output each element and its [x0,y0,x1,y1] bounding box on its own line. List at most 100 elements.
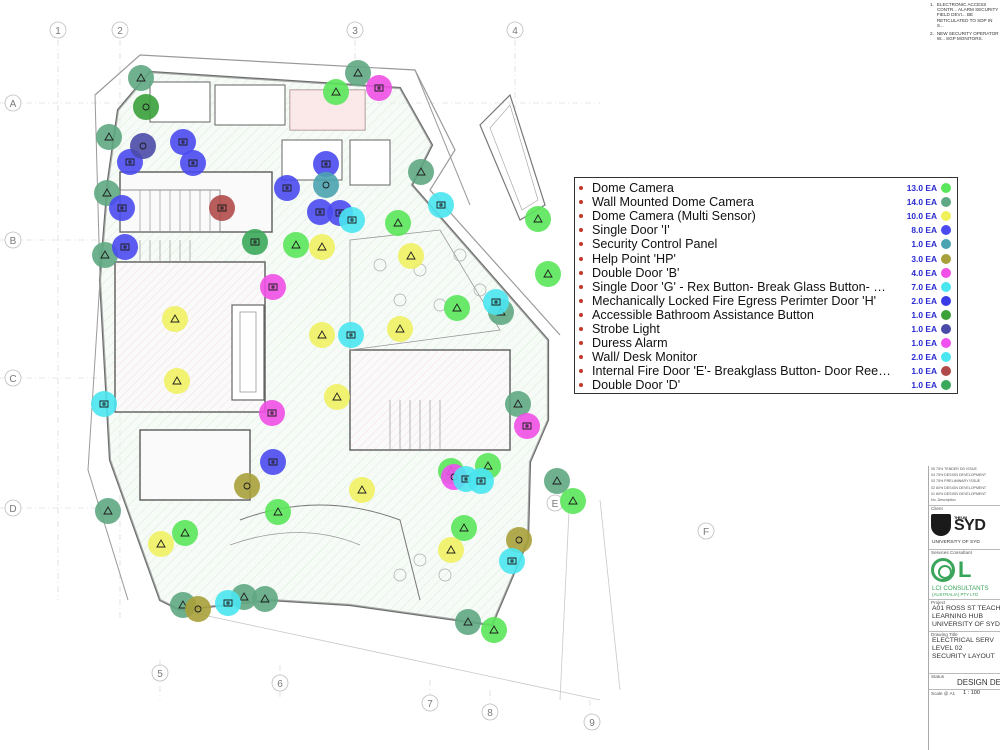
dome-camera-dot [444,295,470,321]
project-line: UNIVERSITY OF SYD [932,621,1000,629]
university-crest-icon [931,514,951,537]
legend-count: 1.0 EA [911,309,937,320]
grid-row-c: C [9,374,16,385]
bathroom-assist-button-marker [133,94,159,120]
grid-col-2: 2 [117,26,123,37]
dome-camera-marker [444,295,470,321]
grid-row-b: B [10,236,17,247]
legend-count: 7.0 EA [911,281,937,292]
dome-camera-marker [283,232,309,258]
legend-label: Single Door 'G' - Rex Button- Break Glas… [592,279,891,294]
drawing-title-line: ELECTRICAL SERV [932,637,994,645]
single-door-i-dot [112,234,138,260]
scale-value: 1 : 100 [963,690,980,697]
single-door-g-marker [428,192,454,218]
legend-label: Mechanically Locked Fire Egress Perimter… [592,293,877,308]
legend-row: Strobe Light 1.0 EA [579,322,951,336]
single-door-g-marker [215,590,241,616]
legend-label: Dome Camera [592,181,674,196]
legend-count: 13.0 EA [906,183,937,194]
legend-label: Accessible Bathroom Assistance Button [592,307,814,322]
title-block: 05 75% TENDER DD ISSUE 04 75% DESIGN DEV… [928,466,1000,750]
legend-swatch [941,225,951,236]
single-door-i-marker [274,175,300,201]
legend-row: Accessible Bathroom Assistance Button 1.0… [579,308,951,322]
dome-camera-dot [283,232,309,258]
single-door-i-marker [170,129,196,155]
wall-dome-camera-dot [455,609,481,635]
multi-sensor-camera-dot [309,322,335,348]
wall-dome-camera-dot [128,65,154,91]
multi-sensor-camera-marker [309,234,335,260]
note-number: 2. [930,31,934,37]
double-door-b-marker [514,413,540,439]
multi-sensor-camera-marker [324,384,350,410]
grid-col-4: 4 [512,26,518,37]
dome-camera-marker [560,488,586,514]
legend-bullet [579,242,583,247]
consultant-logo: L [929,555,1000,585]
wall-dome-camera-marker [96,124,122,150]
grid-row-d: D [9,504,16,515]
single-door-g-marker [338,322,364,348]
consultant-logo-letter: L [958,557,972,583]
note-number: 1. [930,2,934,7]
legend-bullet [579,284,583,289]
single-door-i-dot [274,175,300,201]
legend-row: Help Point 'HP' 3.0 EA [579,251,951,266]
lci-logo-icon [931,558,955,583]
legend-row: Single Door 'G' - Rex Button- Break Glas… [579,280,951,294]
single-door-g-dot [215,590,241,616]
wall-dome-camera-dot [408,159,434,185]
single-door-g-marker [468,468,494,494]
legend-count: 4.0 EA [911,267,937,278]
multi-sensor-camera-marker [438,537,464,563]
wall-dome-camera-dot [96,124,122,150]
legend-swatch [941,253,951,264]
client-logo-text: THE UNI SYD [954,515,986,535]
multi-sensor-camera-dot [309,234,335,260]
dome-camera-marker [525,206,551,232]
dome-camera-marker [323,79,349,105]
strobe-light-marker [130,133,156,159]
double-door-d-marker [242,229,268,255]
grid-right-f: F [703,527,709,538]
legend-count: 14.0 EA [906,197,937,208]
legend-label: Security Control Panel [592,237,718,252]
legend-row: Dome Camera (Multi Sensor) 10.0 EA [579,209,951,223]
legend-row: Duress Alarm 1.0 EA [579,336,951,350]
legend-swatch [941,183,951,194]
help-point-dot [234,473,260,499]
legend-swatch [941,352,951,363]
grid-bottom-5: 5 [157,669,163,680]
legend-row: Double Door 'D' 1.0 EA [579,378,951,392]
multi-sensor-camera-dot [387,316,413,342]
legend-count: 1.0 EA [911,380,937,391]
legend-bullet [579,298,583,303]
grid-bottom-9: 9 [589,718,595,729]
double-door-b-dot [366,75,392,101]
single-door-g-marker [483,289,509,315]
dome-camera-dot [481,617,507,643]
consultant-name: LCI CONSULTANTS [932,585,989,593]
device-legend: Dome Camera 13.0 EA Wall Mounted Dome Came… [574,177,958,394]
consultant-sub: (AUSTRALIA) PTY LTD [932,592,979,598]
legend-count: 2.0 EA [911,352,937,363]
legend-label: Double Door 'D' [592,378,681,393]
dome-camera-dot [172,520,198,546]
single-door-g-dot [468,468,494,494]
legend-swatch [941,309,951,320]
legend-label: Dome Camera (Multi Sensor) [592,209,756,224]
single-door-i-dot [170,129,196,155]
multi-sensor-camera-dot [148,531,174,557]
client-logo-big: SYD [954,517,986,535]
legend-bullet [579,228,583,233]
note-item: 2. NEW SECURITY OPERATOR W... SGP MONITO… [930,31,1000,41]
dome-camera-marker [385,210,411,236]
legend-swatch [941,295,951,306]
dome-camera-dot [385,210,411,236]
legend-bullet [579,383,583,388]
multi-sensor-camera-marker [398,243,424,269]
drawing-title-line: SECURITY LAYOUT [932,653,995,661]
single-door-i-marker [112,234,138,260]
